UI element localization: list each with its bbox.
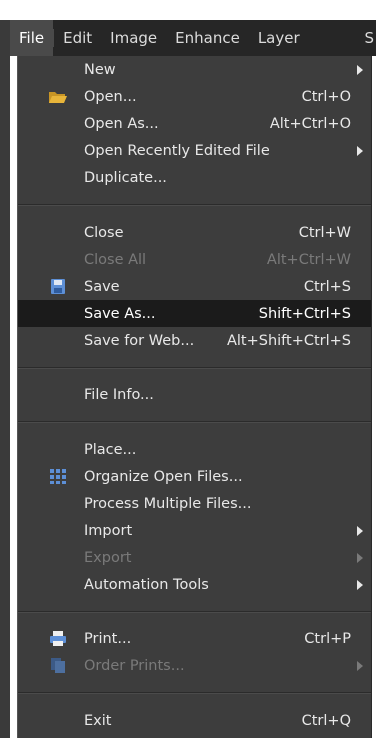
submenu-arrow-icon (357, 65, 363, 75)
file-menu: New Open... Ctrl+O Open As... Alt+Ctrl+O… (17, 56, 372, 738)
menu-item-automation-tools[interactable]: Automation Tools (18, 571, 371, 598)
floppy-disk-icon (48, 278, 68, 295)
menu-item-process-multiple-files[interactable]: Process Multiple Files... (18, 490, 371, 517)
menu-item-shortcut: Ctrl+S (303, 278, 351, 295)
menu-separator (18, 191, 371, 219)
menu-item-shortcut: Ctrl+Q (301, 712, 351, 729)
menu-item-close[interactable]: Close Ctrl+W (18, 219, 371, 246)
menubar-overflow[interactable]: S (364, 29, 376, 47)
menubar-image[interactable]: Image (101, 20, 166, 56)
submenu-arrow-icon (357, 661, 363, 671)
menu-item-open[interactable]: Open... Ctrl+O (18, 83, 371, 110)
menubar-enhance[interactable]: Enhance (166, 20, 249, 56)
menu-separator (18, 408, 371, 436)
menu-item-save-as[interactable]: Save As... Shift+Ctrl+S (18, 300, 371, 327)
menu-item-exit[interactable]: Exit Ctrl+Q (18, 707, 371, 734)
submenu-arrow-icon (357, 553, 363, 563)
menu-item-label: Save As... (84, 305, 156, 322)
menu-item-close-all: Close All Alt+Ctrl+W (18, 246, 371, 273)
menu-item-label: Process Multiple Files... (84, 495, 252, 512)
menu-item-label: Automation Tools (84, 576, 209, 593)
menubar-layer[interactable]: Layer (249, 20, 309, 56)
menu-item-shortcut: Alt+Ctrl+W (266, 251, 351, 268)
menu-item-export: Export (18, 544, 371, 571)
menu-separator (18, 354, 371, 382)
menu-item-file-info[interactable]: File Info... (18, 382, 371, 408)
menubar: File Edit Image Enhance Layer S (10, 20, 376, 56)
menu-item-label: Order Prints... (84, 657, 185, 674)
order-prints-icon (48, 657, 68, 674)
menu-item-shortcut: Ctrl+O (301, 88, 351, 105)
submenu-arrow-icon (357, 526, 363, 536)
menu-item-label: Export (84, 549, 132, 566)
menu-separator (18, 598, 371, 625)
menu-item-shortcut: Ctrl+P (304, 630, 351, 647)
submenu-arrow-icon (357, 146, 363, 156)
menu-item-label: New (84, 61, 116, 78)
submenu-arrow-icon (357, 580, 363, 590)
menu-separator (18, 679, 371, 707)
menu-item-label: Save for Web... (84, 332, 195, 349)
menu-item-new[interactable]: New (18, 56, 371, 83)
menu-item-label: Open... (84, 88, 137, 105)
menu-item-label: Place... (84, 441, 137, 458)
menu-item-label: Save (84, 278, 120, 295)
menu-item-label: Open As... (84, 115, 159, 132)
menu-item-label: Close All (84, 251, 147, 268)
menu-item-duplicate[interactable]: Duplicate... (18, 164, 371, 191)
menu-item-import[interactable]: Import (18, 517, 371, 544)
menu-item-label: Open Recently Edited File (84, 142, 270, 159)
menu-item-label: Duplicate... (84, 169, 167, 186)
menu-item-label: Organize Open Files... (84, 468, 243, 485)
app-window-edge (0, 20, 10, 738)
menu-item-save[interactable]: Save Ctrl+S (18, 273, 371, 300)
menu-item-place[interactable]: Place... (18, 436, 371, 463)
menubar-edit[interactable]: Edit (54, 20, 101, 56)
menu-item-open-as[interactable]: Open As... Alt+Ctrl+O (18, 110, 371, 137)
menubar-file[interactable]: File (10, 20, 54, 56)
menu-item-open-recent[interactable]: Open Recently Edited File (18, 137, 371, 164)
menu-item-shortcut: Alt+Shift+Ctrl+S (226, 332, 351, 349)
folder-icon (48, 88, 68, 105)
printer-icon (48, 630, 68, 647)
menu-item-label: Close (84, 224, 124, 241)
menu-item-organize-open-files[interactable]: Organize Open Files... (18, 463, 371, 490)
menu-item-label: Exit (84, 712, 112, 729)
menu-item-save-for-web[interactable]: Save for Web... Alt+Shift+Ctrl+S (18, 327, 371, 354)
menu-item-shortcut: Ctrl+W (298, 224, 351, 241)
screenshot-frame: File Edit Image Enhance Layer S New Open… (0, 0, 376, 738)
menu-item-shortcut: Shift+Ctrl+S (258, 305, 351, 322)
menu-item-label: Import (84, 522, 133, 539)
menu-item-order-prints: Order Prints... (18, 652, 371, 679)
menu-item-shortcut: Alt+Ctrl+O (269, 115, 351, 132)
grid-icon (48, 468, 68, 485)
menu-item-label: File Info... (84, 387, 154, 403)
menu-item-label: Print... (84, 630, 132, 647)
menu-item-print[interactable]: Print... Ctrl+P (18, 625, 371, 652)
